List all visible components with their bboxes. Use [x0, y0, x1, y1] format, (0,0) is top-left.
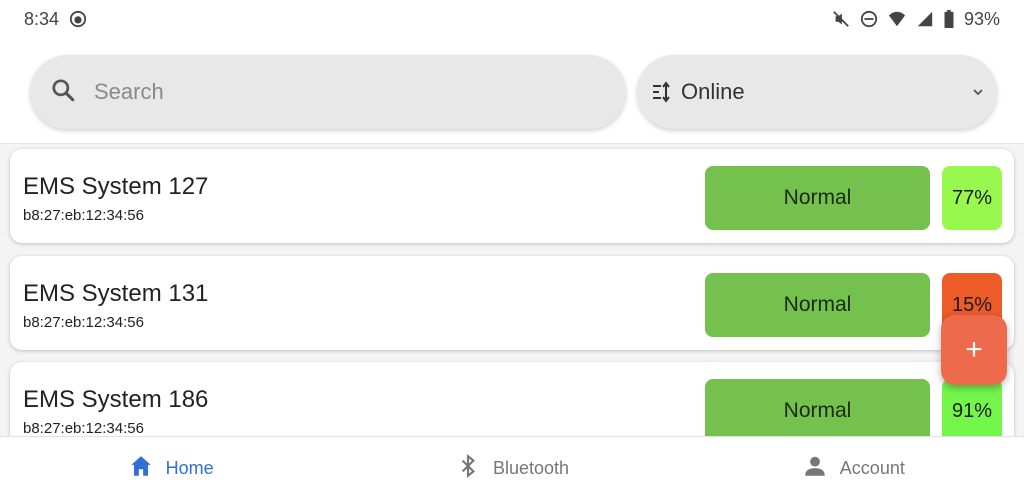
- nav-item-bluetooth[interactable]: Bluetooth: [341, 437, 682, 500]
- device-card[interactable]: EMS System 131 b8:27:eb:12:34:56 Normal …: [10, 256, 1014, 350]
- chevron-down-icon: [971, 85, 985, 99]
- status-bar: 8:34 93%: [0, 0, 1024, 38]
- device-list[interactable]: EMS System 127 b8:27:eb:12:34:56 Normal …: [0, 144, 1024, 436]
- nav-item-label: Home: [165, 458, 214, 478]
- add-device-button[interactable]: +: [941, 315, 1007, 385]
- device-status-button[interactable]: Normal: [705, 379, 930, 436]
- device-card[interactable]: EMS System 186 b8:27:eb:12:34:56 Normal …: [10, 362, 1014, 436]
- device-status-button[interactable]: Normal: [705, 166, 930, 230]
- device-card[interactable]: EMS System 127 b8:27:eb:12:34:56 Normal …: [10, 149, 1014, 243]
- device-mac: b8:27:eb:12:34:56: [23, 420, 144, 436]
- top-bar: Online: [0, 38, 1024, 144]
- bottom-navigation: Home Bluetooth Account: [0, 436, 1024, 500]
- wifi-icon: [888, 10, 906, 28]
- device-mac: b8:27:eb:12:34:56: [23, 314, 144, 331]
- device-name: EMS System 127: [23, 173, 209, 200]
- nav-item-home[interactable]: Home: [0, 437, 341, 500]
- bluetooth-icon: [455, 453, 481, 484]
- device-name: EMS System 131: [23, 280, 209, 307]
- battery-icon: [944, 10, 954, 29]
- nav-item-label: Account: [839, 458, 905, 478]
- status-icons: 93%: [832, 9, 1000, 30]
- device-percent-badge: 77%: [942, 166, 1002, 230]
- status-time: 8:34: [24, 8, 60, 29]
- signal-icon: [916, 10, 934, 28]
- account-icon: [802, 453, 828, 484]
- sort-icon: [651, 80, 675, 104]
- nav-item-label: Bluetooth: [492, 458, 570, 478]
- app-root: 8:34 93% Search Online EMS System 127 b8…: [0, 0, 1024, 500]
- battery-percent: 93%: [963, 8, 1000, 29]
- face-icon: [69, 10, 87, 28]
- home-icon: [128, 453, 154, 484]
- search-icon: [50, 77, 76, 108]
- mute-icon: [832, 10, 850, 28]
- device-percent-badge: 91%: [942, 379, 1002, 436]
- status-filter-dropdown[interactable]: Online: [637, 55, 997, 129]
- search-input[interactable]: [94, 79, 574, 105]
- search-bar[interactable]: [30, 55, 626, 129]
- nav-item-account[interactable]: Account: [683, 437, 1024, 500]
- device-name: EMS System 186: [23, 386, 209, 413]
- dnd-icon: [860, 10, 878, 28]
- filter-selected-value: Online: [681, 79, 745, 104]
- device-mac: b8:27:eb:12:34:56: [23, 207, 144, 224]
- device-status-button[interactable]: Normal: [705, 273, 930, 337]
